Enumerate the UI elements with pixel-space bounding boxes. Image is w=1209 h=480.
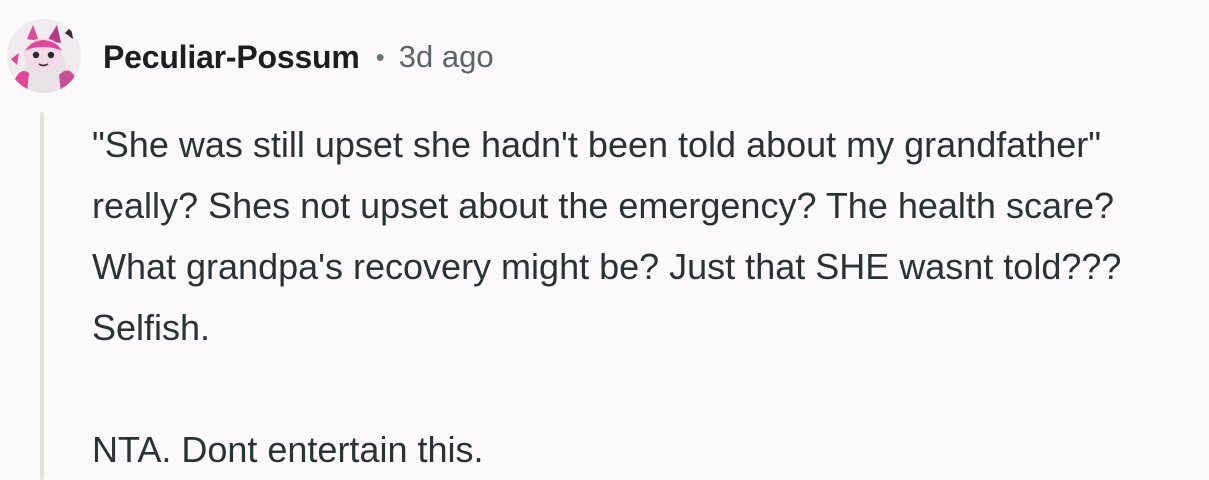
comment: Peculiar-Possum • 3d ago "She was still … xyxy=(0,0,1209,480)
comment-timestamp[interactable]: 3d ago xyxy=(399,39,494,75)
thread-collapse-line[interactable] xyxy=(40,112,44,480)
author-username[interactable]: Peculiar-Possum xyxy=(103,39,360,76)
comment-body: "She was still upset she hadn't been tol… xyxy=(92,114,1200,480)
comment-header: Peculiar-Possum • 3d ago xyxy=(103,36,494,78)
meta-separator: • xyxy=(375,41,385,72)
comment-paragraph: "She was still upset she hadn't been tol… xyxy=(92,124,1122,348)
user-avatar-icon[interactable] xyxy=(7,19,81,93)
comment-paragraph: NTA. Dont entertain this. xyxy=(92,429,484,470)
